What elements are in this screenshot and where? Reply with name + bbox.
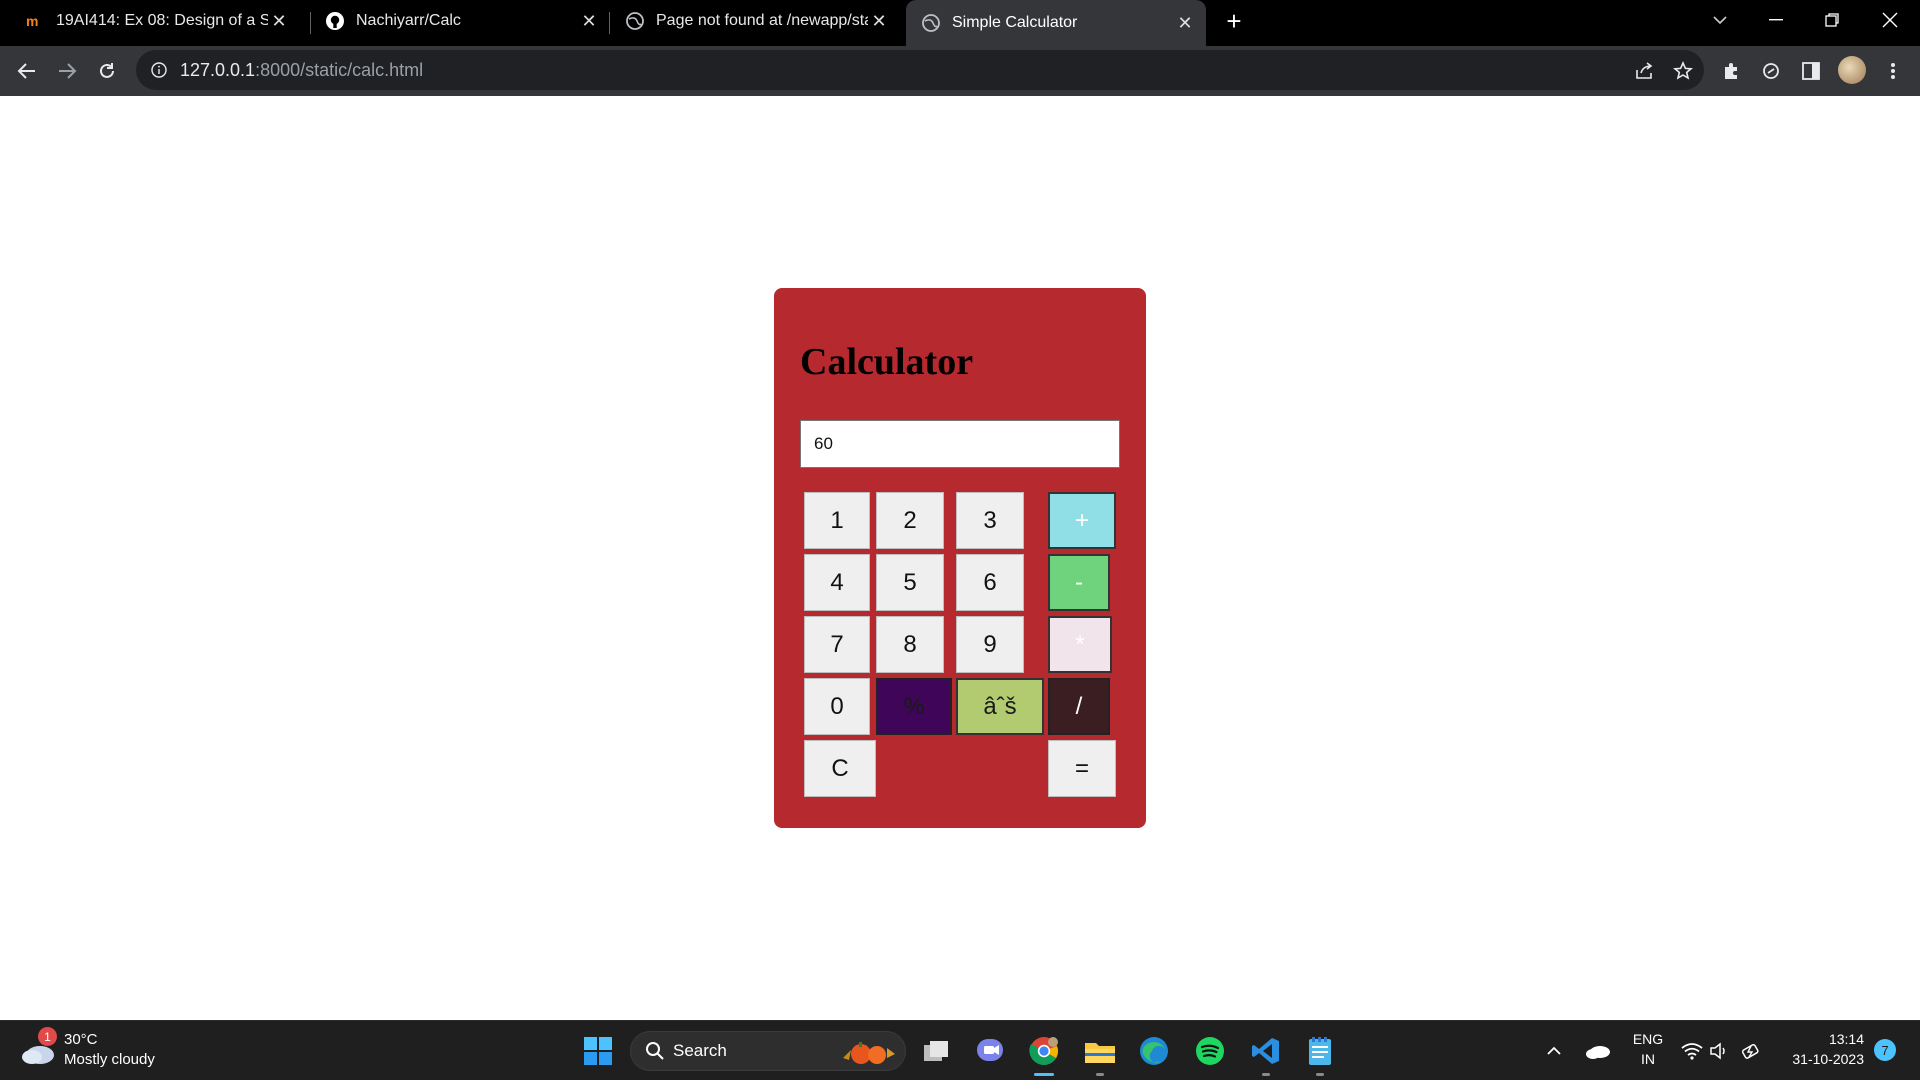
tab-title: 19AI414: Ex 08: Design of a Stan (56, 12, 268, 29)
language-indicator[interactable]: ENG (1628, 1031, 1668, 1047)
key-5[interactable]: 5 (876, 554, 944, 611)
onedrive-cloud-icon[interactable] (1580, 1033, 1616, 1069)
profile-avatar[interactable] (1838, 56, 1866, 84)
key-9[interactable]: 9 (956, 616, 1024, 673)
key-0[interactable]: 0 (804, 678, 870, 735)
windows-start-icon[interactable] (580, 1033, 616, 1069)
forward-button[interactable] (48, 52, 86, 90)
browser-tab-bar: m 19AI414: Ex 08: Design of a Stan ✕ Nac… (0, 0, 1920, 46)
key-square-root[interactable]: âˆš (956, 678, 1044, 735)
halloween-pumpkin-icon (837, 1038, 899, 1071)
search-label: Search (673, 1041, 727, 1060)
battery-icon[interactable] (1734, 1033, 1770, 1069)
chrome-running-indicator (1034, 1073, 1054, 1076)
vscode-icon[interactable] (1248, 1033, 1284, 1069)
globe-icon (922, 14, 940, 32)
tab-title: Page not found at /newapp/stat (656, 12, 868, 29)
close-window-button[interactable] (1862, 0, 1918, 40)
key-plus[interactable]: + (1048, 492, 1116, 549)
key-percent[interactable]: % (876, 678, 952, 735)
tab-simple-calculator[interactable]: Simple Calculator ✕ (906, 0, 1206, 46)
key-divide[interactable]: / (1048, 678, 1110, 735)
key-6[interactable]: 6 (956, 554, 1024, 611)
github-icon (326, 12, 344, 30)
tab-moodle[interactable]: m 19AI414: Ex 08: Design of a Stan ✕ (0, 0, 300, 42)
weather-alert-badge: 1 (38, 1027, 57, 1046)
calculator-panel: Calculator 1 2 3 + 4 5 6 - 7 8 9 * 0 % â… (774, 288, 1146, 828)
moodle-icon: m (26, 12, 44, 30)
volume-icon[interactable] (1702, 1033, 1738, 1069)
weather-temperature[interactable]: 30°C (64, 1031, 98, 1048)
chevron-up-icon[interactable] (1540, 1033, 1568, 1069)
taskbar-search[interactable]: Search (630, 1031, 906, 1071)
vscode-running-indicator (1262, 1073, 1270, 1076)
url-host: 127.0.0.1 (180, 59, 256, 80)
key-minus[interactable]: - (1048, 554, 1110, 611)
kebab-menu-icon[interactable] (1878, 56, 1908, 86)
tab-page-not-found[interactable]: Page not found at /newapp/stat ✕ (600, 0, 900, 42)
browser-toolbar: 127.0.0.1:8000/static/calc.html (0, 46, 1920, 96)
clock-time[interactable]: 13:14 (1772, 1031, 1864, 1047)
minimize-button[interactable] (1748, 0, 1804, 40)
restore-button[interactable] (1804, 0, 1860, 40)
explorer-running-indicator (1096, 1073, 1104, 1076)
search-icon (645, 1041, 665, 1061)
tab-title: Nachiyarr/Calc (356, 12, 461, 29)
edge-icon[interactable] (1136, 1033, 1172, 1069)
spotify-icon[interactable] (1192, 1033, 1228, 1069)
tab-github[interactable]: Nachiyarr/Calc ✕ (300, 0, 610, 42)
info-icon[interactable] (150, 61, 168, 79)
notepad-icon[interactable] (1302, 1033, 1338, 1069)
close-icon[interactable]: ✕ (268, 10, 290, 32)
windows-taskbar: 1 30°C Mostly cloudy Search ENG IN 13:14… (0, 1020, 1920, 1080)
close-icon[interactable]: ✕ (578, 10, 600, 32)
calculator-title: Calculator (800, 341, 974, 383)
share-icon[interactable] (1630, 56, 1660, 86)
key-1[interactable]: 1 (804, 492, 870, 549)
chrome-icon[interactable] (1026, 1033, 1062, 1069)
weather-condition[interactable]: Mostly cloudy (64, 1051, 155, 1068)
region-indicator[interactable]: IN (1628, 1051, 1668, 1067)
url-path: :8000/static/calc.html (255, 59, 424, 80)
globe-icon (626, 12, 644, 30)
key-7[interactable]: 7 (804, 616, 870, 673)
close-icon[interactable]: ✕ (1174, 12, 1196, 34)
calculator-display[interactable] (800, 420, 1120, 468)
key-multiply[interactable]: * (1048, 616, 1112, 673)
reload-button[interactable] (88, 52, 126, 90)
tab-title: Simple Calculator (952, 14, 1078, 31)
bookmark-star-icon[interactable] (1668, 56, 1698, 86)
teams-chat-icon[interactable] (972, 1033, 1008, 1069)
key-clear[interactable]: C (804, 740, 876, 797)
side-panel-icon[interactable] (1796, 56, 1826, 86)
notepad-running-indicator (1316, 1073, 1324, 1076)
file-explorer-icon[interactable] (1082, 1033, 1118, 1069)
new-tab-button[interactable]: + (1220, 6, 1248, 36)
extensions-icon[interactable] (1716, 56, 1746, 86)
tab-search-chevron-icon[interactable] (1692, 0, 1748, 40)
extension-swirl-icon[interactable] (1756, 56, 1786, 86)
clock-date[interactable]: 31-10-2023 (1772, 1051, 1864, 1067)
key-2[interactable]: 2 (876, 492, 944, 549)
notification-count-badge[interactable]: 7 (1874, 1039, 1896, 1061)
key-3[interactable]: 3 (956, 492, 1024, 549)
address-bar[interactable]: 127.0.0.1:8000/static/calc.html (136, 50, 1704, 90)
svg-text:m: m (26, 14, 38, 28)
key-equals[interactable]: = (1048, 740, 1116, 797)
key-8[interactable]: 8 (876, 616, 944, 673)
task-view-icon[interactable] (918, 1033, 954, 1069)
back-button[interactable] (8, 52, 46, 90)
key-4[interactable]: 4 (804, 554, 870, 611)
close-icon[interactable]: ✕ (868, 10, 890, 32)
